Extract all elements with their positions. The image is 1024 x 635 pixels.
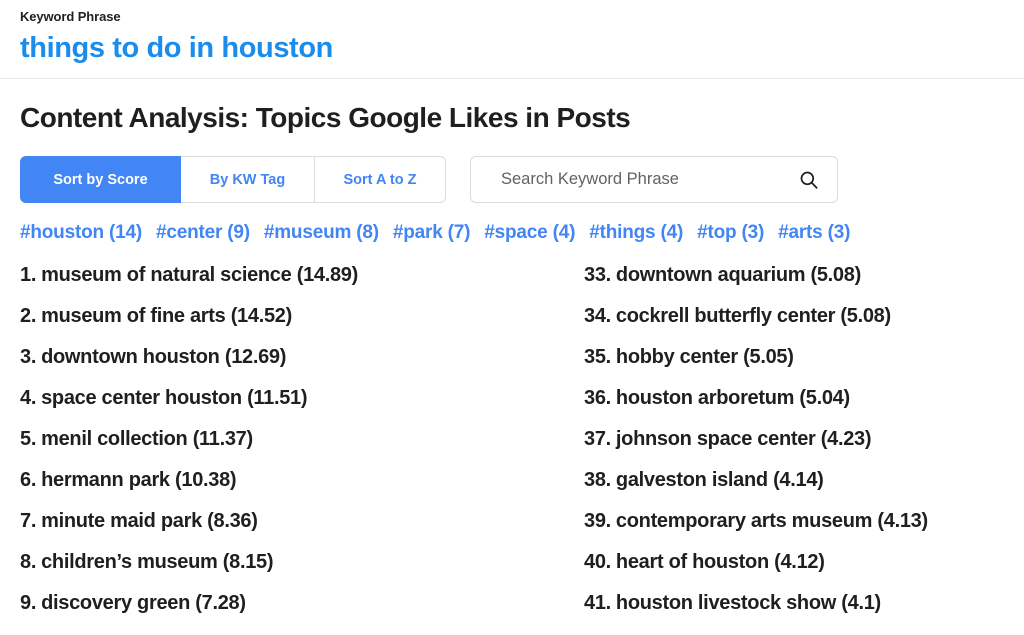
- list-item-label: discovery green (7.28): [41, 592, 246, 614]
- keyword-phrase-label: Keyword Phrase: [20, 9, 121, 24]
- tab-sort-by-score[interactable]: Sort by Score: [20, 156, 181, 203]
- list-item[interactable]: 7. minute maid park (8.36): [20, 510, 584, 532]
- list-item-label: contemporary arts museum (4.13): [615, 510, 928, 532]
- keyword-phrase-value: things to do in houston: [20, 32, 333, 64]
- list-item-label: minute maid park (8.36): [41, 510, 258, 532]
- tag-park[interactable]: #park (7): [393, 222, 471, 243]
- list-item[interactable]: 35. hobby center (5.05): [584, 346, 1004, 368]
- list-item[interactable]: 4. space center houston (11.51): [20, 387, 584, 409]
- search-field-wrapper: [470, 156, 838, 203]
- keyword-tag-list: #houston (14) #center (9) #museum (8) #park…: [0, 203, 1024, 246]
- list-item-label: menil collection (11.37): [41, 428, 253, 450]
- list-item-label: museum of natural science (14.89): [41, 264, 358, 286]
- list-item[interactable]: 36. houston arboretum (5.04): [584, 387, 1004, 409]
- tab-by-kw-tag-label: By KW Tag: [209, 171, 286, 188]
- list-item-rank: 7.: [20, 510, 37, 532]
- list-item-rank: 34.: [584, 305, 611, 327]
- list-item-rank: 41.: [584, 592, 611, 614]
- tag-museum[interactable]: #museum (8): [264, 222, 379, 243]
- list-item-rank: 9.: [20, 592, 37, 614]
- list-item[interactable]: 5. menil collection (11.37): [20, 428, 584, 450]
- list-item-label: johnson space center (4.23): [615, 428, 872, 450]
- topic-list-right: 33. downtown aquarium (5.08) 34. cockrell …: [584, 264, 1004, 633]
- list-item-label: hermann park (10.38): [41, 469, 237, 491]
- list-item-label: space center houston (11.51): [41, 387, 308, 409]
- list-item-label: downtown houston (12.69): [41, 346, 287, 368]
- list-item[interactable]: 2. museum of fine arts (14.52): [20, 305, 584, 327]
- list-item-rank: 8.: [20, 551, 37, 573]
- sort-tab-group: Sort by Score By KW Tag Sort A to Z: [20, 156, 446, 203]
- tag-center[interactable]: #center (9): [156, 222, 250, 243]
- list-item[interactable]: 8. children’s museum (8.15): [20, 551, 584, 573]
- list-item-rank: 4.: [20, 387, 37, 409]
- list-item-rank: 38.: [584, 469, 611, 491]
- list-item[interactable]: 40. heart of houston (4.12): [584, 551, 1004, 573]
- list-item-label: heart of houston (4.12): [615, 551, 825, 573]
- list-item-rank: 37.: [584, 428, 611, 450]
- tab-by-kw-tag[interactable]: By KW Tag: [181, 156, 315, 203]
- list-item[interactable]: 6. hermann park (10.38): [20, 469, 584, 491]
- topic-columns: 1. museum of natural science (14.89) 2. mu…: [0, 246, 1024, 633]
- list-item-rank: 2.: [20, 305, 37, 327]
- tag-space[interactable]: #space (4): [484, 222, 575, 243]
- list-item-label: galveston island (4.14): [615, 469, 824, 491]
- list-item[interactable]: 34. cockrell butterfly center (5.08): [584, 305, 1004, 327]
- list-item-label: houston arboretum (5.04): [615, 387, 850, 409]
- tag-top[interactable]: #top (3): [697, 222, 764, 243]
- tab-sort-a-to-z[interactable]: Sort A to Z: [315, 156, 446, 203]
- list-item-label: children’s museum (8.15): [41, 551, 274, 573]
- list-item-label: houston livestock show (4.1): [615, 592, 881, 614]
- page-title: Content Analysis: Topics Google Likes in…: [20, 102, 631, 133]
- tag-things[interactable]: #things (4): [589, 222, 683, 243]
- list-item[interactable]: 41. houston livestock show (4.1): [584, 592, 1004, 614]
- list-item-rank: 5.: [20, 428, 37, 450]
- list-item-rank: 36.: [584, 387, 611, 409]
- list-item[interactable]: 9. discovery green (7.28): [20, 592, 584, 614]
- tag-arts[interactable]: #arts (3): [778, 222, 850, 243]
- list-item-label: museum of fine arts (14.52): [41, 305, 292, 327]
- list-item-rank: 3.: [20, 346, 37, 368]
- tab-sort-by-score-label: Sort by Score: [53, 171, 148, 188]
- list-item-rank: 35.: [584, 346, 611, 368]
- list-item-label: cockrell butterfly center (5.08): [615, 305, 891, 327]
- list-item[interactable]: 33. downtown aquarium (5.08): [584, 264, 1004, 286]
- topic-list-left: 1. museum of natural science (14.89) 2. mu…: [0, 264, 584, 633]
- list-item[interactable]: 38. galveston island (4.14): [584, 469, 1004, 491]
- keyword-header: Keyword Phrase things to do in houston: [0, 0, 1024, 67]
- list-item-rank: 33.: [584, 264, 611, 286]
- list-item[interactable]: 3. downtown houston (12.69): [20, 346, 584, 368]
- tab-sort-a-to-z-label: Sort A to Z: [343, 171, 417, 188]
- list-item-rank: 1.: [20, 264, 37, 286]
- list-item-rank: 39.: [584, 510, 611, 532]
- tag-houston[interactable]: #houston (14): [20, 222, 142, 243]
- list-item-label: downtown aquarium (5.08): [615, 264, 861, 286]
- list-item-rank: 6.: [20, 469, 37, 491]
- list-item-label: hobby center (5.05): [615, 346, 794, 368]
- list-item[interactable]: 37. johnson space center (4.23): [584, 428, 1004, 450]
- list-item[interactable]: 39. contemporary arts museum (4.13): [584, 510, 1004, 532]
- list-item[interactable]: 1. museum of natural science (14.89): [20, 264, 584, 286]
- list-item-rank: 40.: [584, 551, 611, 573]
- controls-row: Sort by Score By KW Tag Sort A to Z: [0, 135, 1024, 203]
- search-input[interactable]: [470, 156, 838, 203]
